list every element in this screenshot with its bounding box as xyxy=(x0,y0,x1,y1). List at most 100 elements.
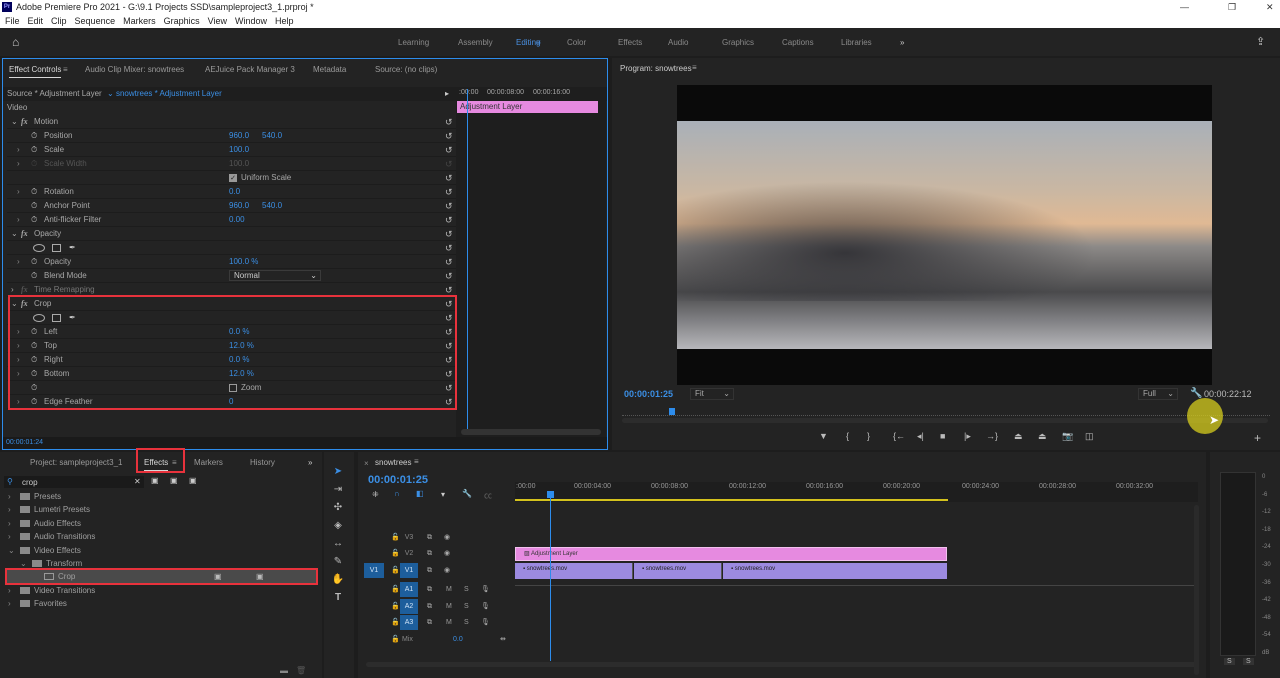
workspace-more-button[interactable]: » xyxy=(900,38,904,47)
ellipse-mask-icon[interactable] xyxy=(33,244,45,252)
effects-search-input[interactable]: ⚲ crop ✕ xyxy=(4,476,144,488)
stopwatch-icon[interactable]: ⏱ xyxy=(31,213,37,227)
new-bin-icon[interactable]: ▬ xyxy=(280,666,288,675)
maximize-button[interactable]: ❐ xyxy=(1228,0,1236,14)
track-select-tool-icon[interactable]: ⇥ xyxy=(331,484,345,495)
fit-width-icon[interactable]: ⇹ xyxy=(500,632,506,648)
menu-file[interactable]: File xyxy=(5,16,20,26)
share-icon[interactable]: ⇪ xyxy=(1256,35,1265,48)
voiceover-mic-icon[interactable]: 🎙 xyxy=(481,615,490,631)
nest-toggle-icon[interactable]: ⁜ xyxy=(372,490,379,499)
video-clip[interactable]: ▪ snowtrees.mov xyxy=(723,563,947,579)
menu-markers[interactable]: Markers xyxy=(123,16,156,26)
workspace-assembly[interactable]: Assembly xyxy=(458,38,493,47)
menu-clip[interactable]: Clip xyxy=(51,16,67,26)
uniform-scale-checkbox[interactable]: ✓ xyxy=(229,174,237,182)
solo-button[interactable]: S xyxy=(464,582,469,598)
zoom-fit-select[interactable]: Fit ⌄ xyxy=(690,388,734,400)
track-target-a1[interactable]: A1 xyxy=(400,582,418,597)
expand-arrow-icon[interactable]: › xyxy=(8,517,11,530)
step-forward-icon[interactable]: |▸ xyxy=(964,431,971,442)
reset-icon[interactable]: ↺ xyxy=(445,241,453,255)
collapse-arrow-icon[interactable]: ⌄ xyxy=(11,227,18,241)
lock-icon[interactable]: 🔓 xyxy=(391,582,400,598)
linked-selection-icon[interactable]: ◧ xyxy=(416,489,424,498)
timeline-vertical-scrollbar[interactable] xyxy=(1194,505,1199,675)
expand-arrow-icon[interactable]: › xyxy=(17,213,20,227)
expand-arrow-icon[interactable]: › xyxy=(17,255,20,269)
menu-graphics[interactable]: Graphics xyxy=(164,16,200,26)
timeline-playhead[interactable] xyxy=(546,491,554,661)
menu-sequence[interactable]: Sequence xyxy=(75,16,116,26)
mix-volume-value[interactable]: 0.0 xyxy=(453,632,463,648)
stopwatch-icon[interactable]: ⏱ xyxy=(31,129,37,143)
fx-toggle-icon[interactable]: fx xyxy=(21,115,28,129)
captions-icon[interactable]: ㏄ xyxy=(484,490,492,501)
add-marker-icon[interactable]: ▾ xyxy=(441,490,445,499)
source-patch-v1[interactable]: V1 xyxy=(364,563,384,578)
accelerated-effects-filter-icon[interactable]: ▣ xyxy=(151,476,159,485)
extract-icon[interactable]: ⏏ xyxy=(1038,431,1047,442)
fx-toggle-icon[interactable]: fx xyxy=(21,227,28,241)
panel-menu-icon[interactable]: ≡ xyxy=(414,457,419,466)
video-frame[interactable] xyxy=(677,85,1212,385)
mute-button[interactable]: M xyxy=(446,599,452,615)
snap-icon[interactable]: ∩ xyxy=(394,489,400,498)
property-value[interactable]: 0.00 xyxy=(229,213,245,227)
effects-tree-item[interactable]: › Favorites xyxy=(6,597,318,610)
solo-button[interactable]: S xyxy=(464,599,469,615)
video-clip[interactable]: ▪ snowtrees.mov xyxy=(515,563,633,579)
reset-icon[interactable]: ↺ xyxy=(445,143,453,157)
eye-icon[interactable]: ◉ xyxy=(444,530,450,546)
stopwatch-icon[interactable]: ⏱ xyxy=(31,157,37,171)
workspace-captions[interactable]: Captions xyxy=(782,38,814,47)
expand-arrow-icon[interactable]: › xyxy=(17,185,20,199)
tab-aejuice-pack-manager-3[interactable]: AEJuice Pack Manager 3 xyxy=(205,65,295,74)
voiceover-mic-icon[interactable]: 🎙 xyxy=(481,599,490,615)
lock-icon[interactable]: 🔓 xyxy=(391,615,400,631)
stopwatch-icon[interactable]: ⏱ xyxy=(31,199,37,213)
home-icon[interactable]: ⌂ xyxy=(12,35,19,49)
pen-mask-icon[interactable]: ✒ xyxy=(69,241,76,255)
property-value[interactable]: 100.0 xyxy=(229,143,249,157)
tab-source-no-clips-[interactable]: Source: (no clips) xyxy=(375,65,437,74)
lock-icon[interactable]: 🔓 xyxy=(391,530,400,546)
sync-lock-icon[interactable]: ⧉ xyxy=(427,599,432,615)
timeline-timecode[interactable]: 00:00:01:25 xyxy=(368,474,428,486)
workspace-color[interactable]: Color xyxy=(567,38,586,47)
step-back-icon[interactable]: ◂| xyxy=(917,431,924,442)
ripple-edit-tool-icon[interactable]: ✣ xyxy=(331,502,345,513)
lift-icon[interactable]: ⏏ xyxy=(1014,431,1023,442)
property-value[interactable]: 960.0 xyxy=(229,199,249,213)
timeline-settings-icon[interactable]: 🔧 xyxy=(462,489,472,498)
effects-tree-item[interactable]: › Audio Transitions xyxy=(6,530,318,543)
workspace-graphics[interactable]: Graphics xyxy=(722,38,754,47)
property-value[interactable]: 100.0 % xyxy=(229,255,258,269)
solo-left-button[interactable]: S xyxy=(1224,658,1235,665)
effect-controls-timecode[interactable]: 00:00:01:24 xyxy=(6,439,43,446)
export-frame-icon[interactable]: 📷 xyxy=(1062,431,1073,442)
clear-search-icon[interactable]: ✕ xyxy=(134,477,141,486)
stopwatch-icon[interactable]: ⏱ xyxy=(31,143,37,157)
panel-menu-icon[interactable]: ≡ xyxy=(63,65,68,74)
expand-arrow-icon[interactable]: › xyxy=(8,530,11,543)
expand-arrow-icon[interactable]: › xyxy=(17,143,20,157)
lock-icon[interactable]: 🔓 xyxy=(391,599,400,615)
eye-icon[interactable]: ◉ xyxy=(444,563,450,579)
track-target-v3[interactable]: V3 xyxy=(400,530,418,546)
stopwatch-icon[interactable]: ⏱ xyxy=(31,255,37,269)
eye-icon[interactable]: ◉ xyxy=(444,546,450,562)
reset-icon[interactable]: ↺ xyxy=(445,213,453,227)
reset-icon[interactable]: ↺ xyxy=(445,185,453,199)
go-to-out-icon[interactable]: →} xyxy=(986,431,998,441)
button-editor-plus-icon[interactable]: + xyxy=(1254,431,1261,445)
delete-icon[interactable]: 🗑 xyxy=(296,666,306,675)
yuv-effects-filter-icon[interactable]: ▣ xyxy=(189,476,197,485)
sync-lock-icon[interactable]: ⧉ xyxy=(427,563,432,579)
reset-icon[interactable]: ↺ xyxy=(445,157,453,171)
stopwatch-icon[interactable]: ⏱ xyxy=(31,185,37,199)
32bit-effects-filter-icon[interactable]: ▣ xyxy=(170,476,178,485)
mini-adjustment-clip[interactable]: Adjustment Layer xyxy=(457,101,598,113)
mark-out-icon[interactable]: } xyxy=(867,431,870,441)
mini-playhead[interactable] xyxy=(467,89,468,434)
